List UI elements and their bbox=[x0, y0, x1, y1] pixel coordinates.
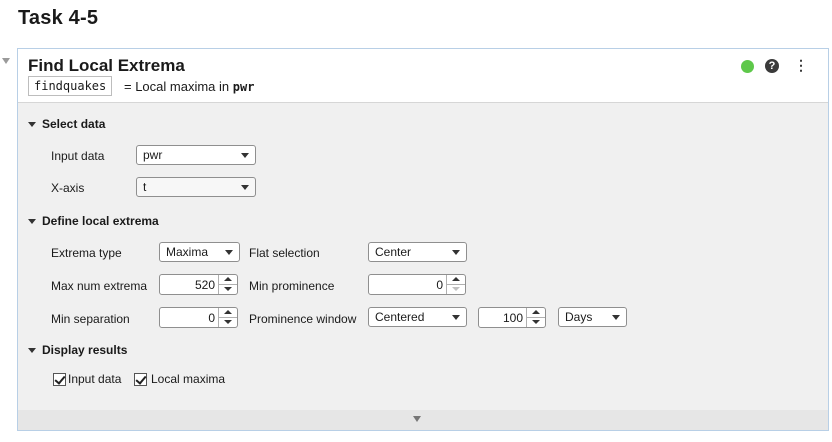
chevron-down-icon bbox=[452, 315, 460, 320]
max-num-extrema-label: Max num extrema bbox=[51, 279, 148, 293]
chevron-down-icon bbox=[241, 185, 249, 190]
spinner-buttons bbox=[526, 308, 545, 327]
flat-selection-value: Center bbox=[375, 245, 412, 259]
prominence-window-unit: Days bbox=[565, 310, 593, 324]
page-title: Task 4-5 bbox=[18, 7, 99, 29]
section-select-data[interactable]: Select data bbox=[42, 117, 105, 131]
task-title: Find Local Extrema bbox=[28, 56, 185, 75]
summary-text: = Local maxima in bbox=[124, 79, 233, 94]
x-axis-label: X-axis bbox=[51, 181, 85, 195]
x-axis-value: t bbox=[143, 180, 147, 194]
min-separation-spinner[interactable]: 0 bbox=[159, 307, 238, 328]
spinner-buttons bbox=[446, 275, 465, 294]
section-display-results[interactable]: Display results bbox=[42, 343, 127, 357]
more-options-icon[interactable]: ⋮ bbox=[794, 58, 808, 72]
max-num-extrema-spinner[interactable]: 520 bbox=[159, 274, 238, 295]
max-num-extrema-value: 520 bbox=[194, 278, 215, 292]
local-maxima-checkbox-label[interactable]: Local maxima bbox=[151, 372, 225, 386]
prominence-window-dropdown[interactable]: Centered bbox=[368, 307, 467, 327]
spin-down-icon[interactable] bbox=[219, 318, 237, 327]
collapse-bar[interactable] bbox=[18, 410, 828, 430]
prominence-window-unit-dropdown[interactable]: Days bbox=[558, 307, 627, 327]
input-data-checkbox-label[interactable]: Input data bbox=[68, 372, 121, 386]
prominence-window-spinner[interactable]: 100 bbox=[478, 307, 546, 328]
x-axis-dropdown[interactable]: t bbox=[136, 177, 256, 197]
task-summary: = Local maxima in pwr bbox=[124, 79, 254, 94]
min-prominence-spinner[interactable]: 0 bbox=[368, 274, 466, 295]
chevron-down-icon bbox=[225, 250, 233, 255]
spin-down-icon[interactable] bbox=[219, 285, 237, 294]
spin-up-icon[interactable] bbox=[219, 308, 237, 318]
extrema-type-value: Maxima bbox=[166, 245, 209, 259]
section-expand-icon[interactable] bbox=[28, 122, 36, 127]
min-prominence-value: 0 bbox=[436, 278, 443, 292]
prominence-window-label: Prominence window bbox=[249, 312, 357, 326]
help-icon[interactable]: ? bbox=[765, 59, 779, 73]
input-data-dropdown[interactable]: pwr bbox=[136, 145, 256, 165]
chevron-down-icon bbox=[241, 153, 249, 158]
live-task-panel: Find Local Extrema findquakes = Local ma… bbox=[17, 48, 829, 431]
spinner-buttons bbox=[218, 275, 237, 294]
prominence-window-mode: Centered bbox=[375, 310, 425, 324]
input-data-label: Input data bbox=[51, 149, 105, 163]
chevron-down-icon bbox=[612, 315, 620, 320]
spin-down-icon[interactable] bbox=[447, 285, 465, 294]
local-maxima-checkbox[interactable] bbox=[134, 373, 147, 386]
spin-up-icon[interactable] bbox=[219, 275, 237, 285]
section-expand-icon[interactable] bbox=[28, 219, 36, 224]
spin-up-icon[interactable] bbox=[447, 275, 465, 285]
summary-variable: pwr bbox=[232, 80, 255, 94]
spin-up-icon[interactable] bbox=[527, 308, 545, 318]
flat-selection-dropdown[interactable]: Center bbox=[368, 242, 467, 262]
output-variable-field[interactable]: findquakes bbox=[28, 76, 113, 96]
section-expand-icon[interactable] bbox=[28, 348, 36, 353]
section-define-local-extrema[interactable]: Define local extrema bbox=[42, 214, 159, 228]
prominence-window-value: 100 bbox=[502, 311, 523, 325]
spin-down-icon[interactable] bbox=[527, 318, 545, 327]
task-header: Find Local Extrema findquakes = Local ma… bbox=[18, 49, 828, 103]
chevron-down-icon bbox=[452, 250, 460, 255]
status-indicator-icon bbox=[741, 60, 754, 73]
collapse-toggle-icon[interactable] bbox=[2, 58, 10, 64]
input-data-value: pwr bbox=[143, 148, 163, 162]
min-prominence-label: Min prominence bbox=[249, 279, 335, 293]
chevron-down-icon[interactable] bbox=[413, 416, 421, 422]
input-data-checkbox[interactable] bbox=[53, 373, 66, 386]
min-separation-value: 0 bbox=[208, 311, 215, 325]
flat-selection-label: Flat selection bbox=[249, 246, 320, 260]
extrema-type-label: Extrema type bbox=[51, 246, 122, 260]
min-separation-label: Min separation bbox=[51, 312, 130, 326]
spinner-buttons bbox=[218, 308, 237, 327]
extrema-type-dropdown[interactable]: Maxima bbox=[159, 242, 240, 262]
